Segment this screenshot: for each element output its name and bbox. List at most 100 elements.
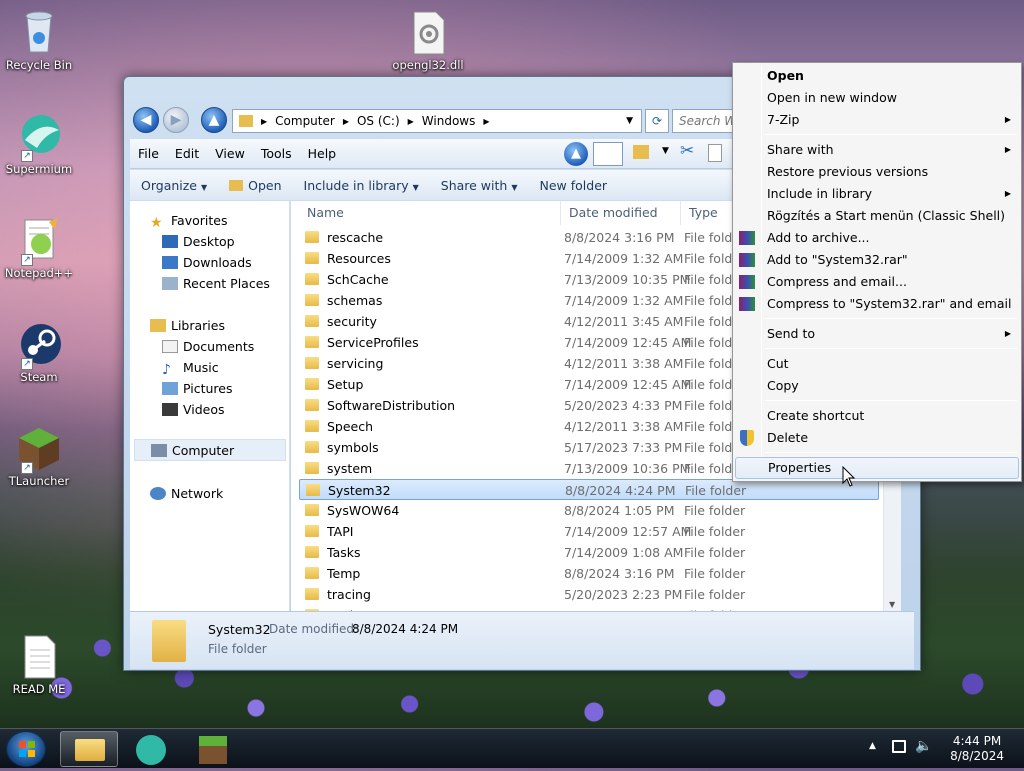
row-date: 4/12/2011 3:38 AM (564, 419, 684, 434)
table-row[interactable]: tracing 5/20/2023 2:23 PM File folder (299, 584, 879, 605)
folder-icon (305, 294, 319, 306)
scroll-down-icon[interactable]: ▼ (889, 600, 895, 609)
network-icon (150, 487, 166, 500)
refresh-icon[interactable]: ⟳ (645, 109, 669, 133)
menu-file[interactable]: File (130, 146, 167, 161)
column-header-date[interactable]: Date modified (561, 201, 681, 225)
menu-item-add-to-rar[interactable]: Add to "System32.rar" (735, 249, 1019, 271)
breadcrumb-computer[interactable]: Computer (275, 114, 335, 128)
action-center-flag-icon[interactable] (892, 740, 906, 753)
taskbar: ▲ 🔈 4:44 PM 8/8/2024 (0, 728, 1024, 768)
shortcut-arrow-icon: ↗ (21, 462, 33, 474)
copy-icon[interactable] (708, 144, 722, 162)
desktop-icon-steam[interactable]: ↗ Steam (1, 320, 77, 384)
nav-label: Downloads (183, 255, 252, 270)
folder-icon (305, 315, 319, 327)
desktop-icon-read-me[interactable]: READ ME (1, 634, 77, 696)
volume-muted-icon[interactable]: 🔈 (915, 738, 932, 754)
menu-item-restore-previous-versions[interactable]: Restore previous versions (735, 161, 1019, 183)
desktop-icon-tlauncher[interactable]: ↗ TLauncher (1, 424, 77, 488)
menu-item-7zip[interactable]: 7-Zip ▶ (735, 109, 1019, 131)
organize-button[interactable]: Organize ▼ (130, 178, 218, 193)
taskbar-explorer-button[interactable] (60, 731, 118, 767)
back-button[interactable]: ◀ (133, 107, 159, 133)
folder-icon (305, 399, 319, 411)
show-hidden-icons-icon[interactable]: ▲ (869, 741, 876, 751)
breadcrumb-os-c[interactable]: OS (C:) (357, 114, 400, 128)
menu-item-copy[interactable]: Copy (735, 375, 1019, 397)
menu-item-open-new-window[interactable]: Open in new window (735, 87, 1019, 109)
breadcrumb-windows[interactable]: Windows (422, 114, 476, 128)
nav-desktop[interactable]: Desktop (162, 234, 235, 249)
open-button[interactable]: Open (218, 178, 292, 193)
computer-icon (151, 444, 167, 457)
share-with-label: Share with (440, 177, 508, 193)
table-row[interactable]: TAPI 7/14/2009 12:57 AM File folder (299, 521, 879, 542)
menu-item-compress-to-rar-and-email[interactable]: Compress to "System32.rar" and email (735, 293, 1019, 315)
table-row[interactable]: SysWOW64 8/8/2024 1:05 PM File folder (299, 500, 879, 521)
menu-help[interactable]: Help (300, 146, 345, 161)
nav-computer[interactable]: Computer (134, 439, 286, 461)
forward-button[interactable]: ▶ (163, 107, 189, 133)
taskbar-supermium-button[interactable] (122, 731, 180, 767)
nav-documents[interactable]: Documents (162, 339, 254, 354)
nav-network[interactable]: Network (150, 486, 223, 501)
nav-pictures[interactable]: Pictures (162, 381, 233, 396)
menu-separator (765, 318, 1017, 319)
menu-item-cut[interactable]: Cut (735, 353, 1019, 375)
table-row[interactable]: System32 8/8/2024 4:24 PM File folder (299, 479, 879, 500)
include-in-library-label: Include in library (303, 177, 409, 193)
desktop-icon-supermium[interactable]: ↗ Supermium (1, 112, 77, 176)
start-button[interactable] (6, 731, 46, 767)
new-folder-button[interactable]: New folder (529, 178, 619, 193)
menu-item-add-to-archive[interactable]: Add to archive... (735, 227, 1019, 249)
folder-icon (305, 462, 319, 474)
nav-recent-places[interactable]: Recent Places (162, 276, 270, 291)
nav-downloads[interactable]: Downloads (162, 255, 252, 270)
menu-tools[interactable]: Tools (253, 146, 300, 161)
clock[interactable]: 4:44 PM 8/8/2024 (950, 734, 1004, 764)
menu-item-compress-and-email[interactable]: Compress and email... (735, 271, 1019, 293)
menu-item-create-shortcut[interactable]: Create shortcut (735, 405, 1019, 427)
nav-favorites[interactable]: ★ Favorites (150, 213, 228, 231)
desktop-icon-notepadpp[interactable]: ↗ Notepad++ (1, 216, 77, 280)
menu-item-include-in-library[interactable]: Include in library ▶ (735, 183, 1019, 205)
cut-icon[interactable]: ✂ (680, 141, 694, 161)
menu-item-delete[interactable]: Delete (735, 427, 1019, 449)
column-header-name[interactable]: Name (299, 201, 561, 225)
desktop-icon-label: opengl32.dll (392, 58, 464, 72)
menu-item-share-with[interactable]: Share with ▶ (735, 139, 1019, 161)
up-arrow-icon[interactable]: ▲ (564, 142, 588, 166)
address-bar[interactable]: ▶ Computer ▶ OS (C:) ▶ Windows ▶ ▼ (232, 109, 642, 133)
menu-edit[interactable]: Edit (167, 146, 207, 161)
menu-item-send-to[interactable]: Send to ▶ (735, 323, 1019, 345)
include-in-library-button[interactable]: Include in library ▼ (293, 178, 430, 193)
details-name: System32 (208, 622, 271, 637)
nav-label: Favorites (171, 213, 228, 228)
menu-item-open[interactable]: Open (735, 65, 1019, 87)
menu-item-properties[interactable]: Properties (735, 457, 1019, 479)
nav-label: Network (171, 486, 224, 501)
menu-item-pin-to-start[interactable]: Rögzítés a Start menün (Classic Shell) (735, 205, 1019, 227)
desktop-icon-label: TLauncher (8, 474, 70, 488)
nav-videos[interactable]: Videos (162, 402, 225, 417)
desktop-icon-opengl32-dll[interactable]: opengl32.dll (390, 10, 466, 72)
options-dropdown-icon[interactable]: ▼ (662, 146, 669, 156)
nav-label: Libraries (171, 318, 225, 333)
taskbar-tlauncher-button[interactable] (184, 731, 242, 767)
desktop-icon-recycle-bin[interactable]: Recycle Bin (1, 8, 77, 72)
nav-music[interactable]: ♪ Music (162, 360, 219, 378)
table-row[interactable]: Tasks 7/14/2009 1:08 AM File folder (299, 542, 879, 563)
nav-libraries[interactable]: Libraries (150, 318, 225, 333)
folder-options-icon[interactable] (633, 145, 649, 159)
menu-view[interactable]: View (207, 146, 253, 161)
preview-pane-icon[interactable] (593, 142, 623, 166)
table-row[interactable]: Temp 8/8/2024 3:16 PM File folder (299, 563, 879, 584)
folder-icon (305, 378, 319, 390)
menu-item-label: Add to "System32.rar" (767, 252, 908, 267)
share-with-button[interactable]: Share with ▼ (430, 178, 529, 193)
address-dropdown-icon[interactable]: ▼ (626, 116, 633, 126)
row-date: 5/20/2023 4:33 PM (564, 398, 683, 413)
details-type: File folder (208, 642, 267, 656)
up-button[interactable]: ▲ (201, 107, 227, 133)
